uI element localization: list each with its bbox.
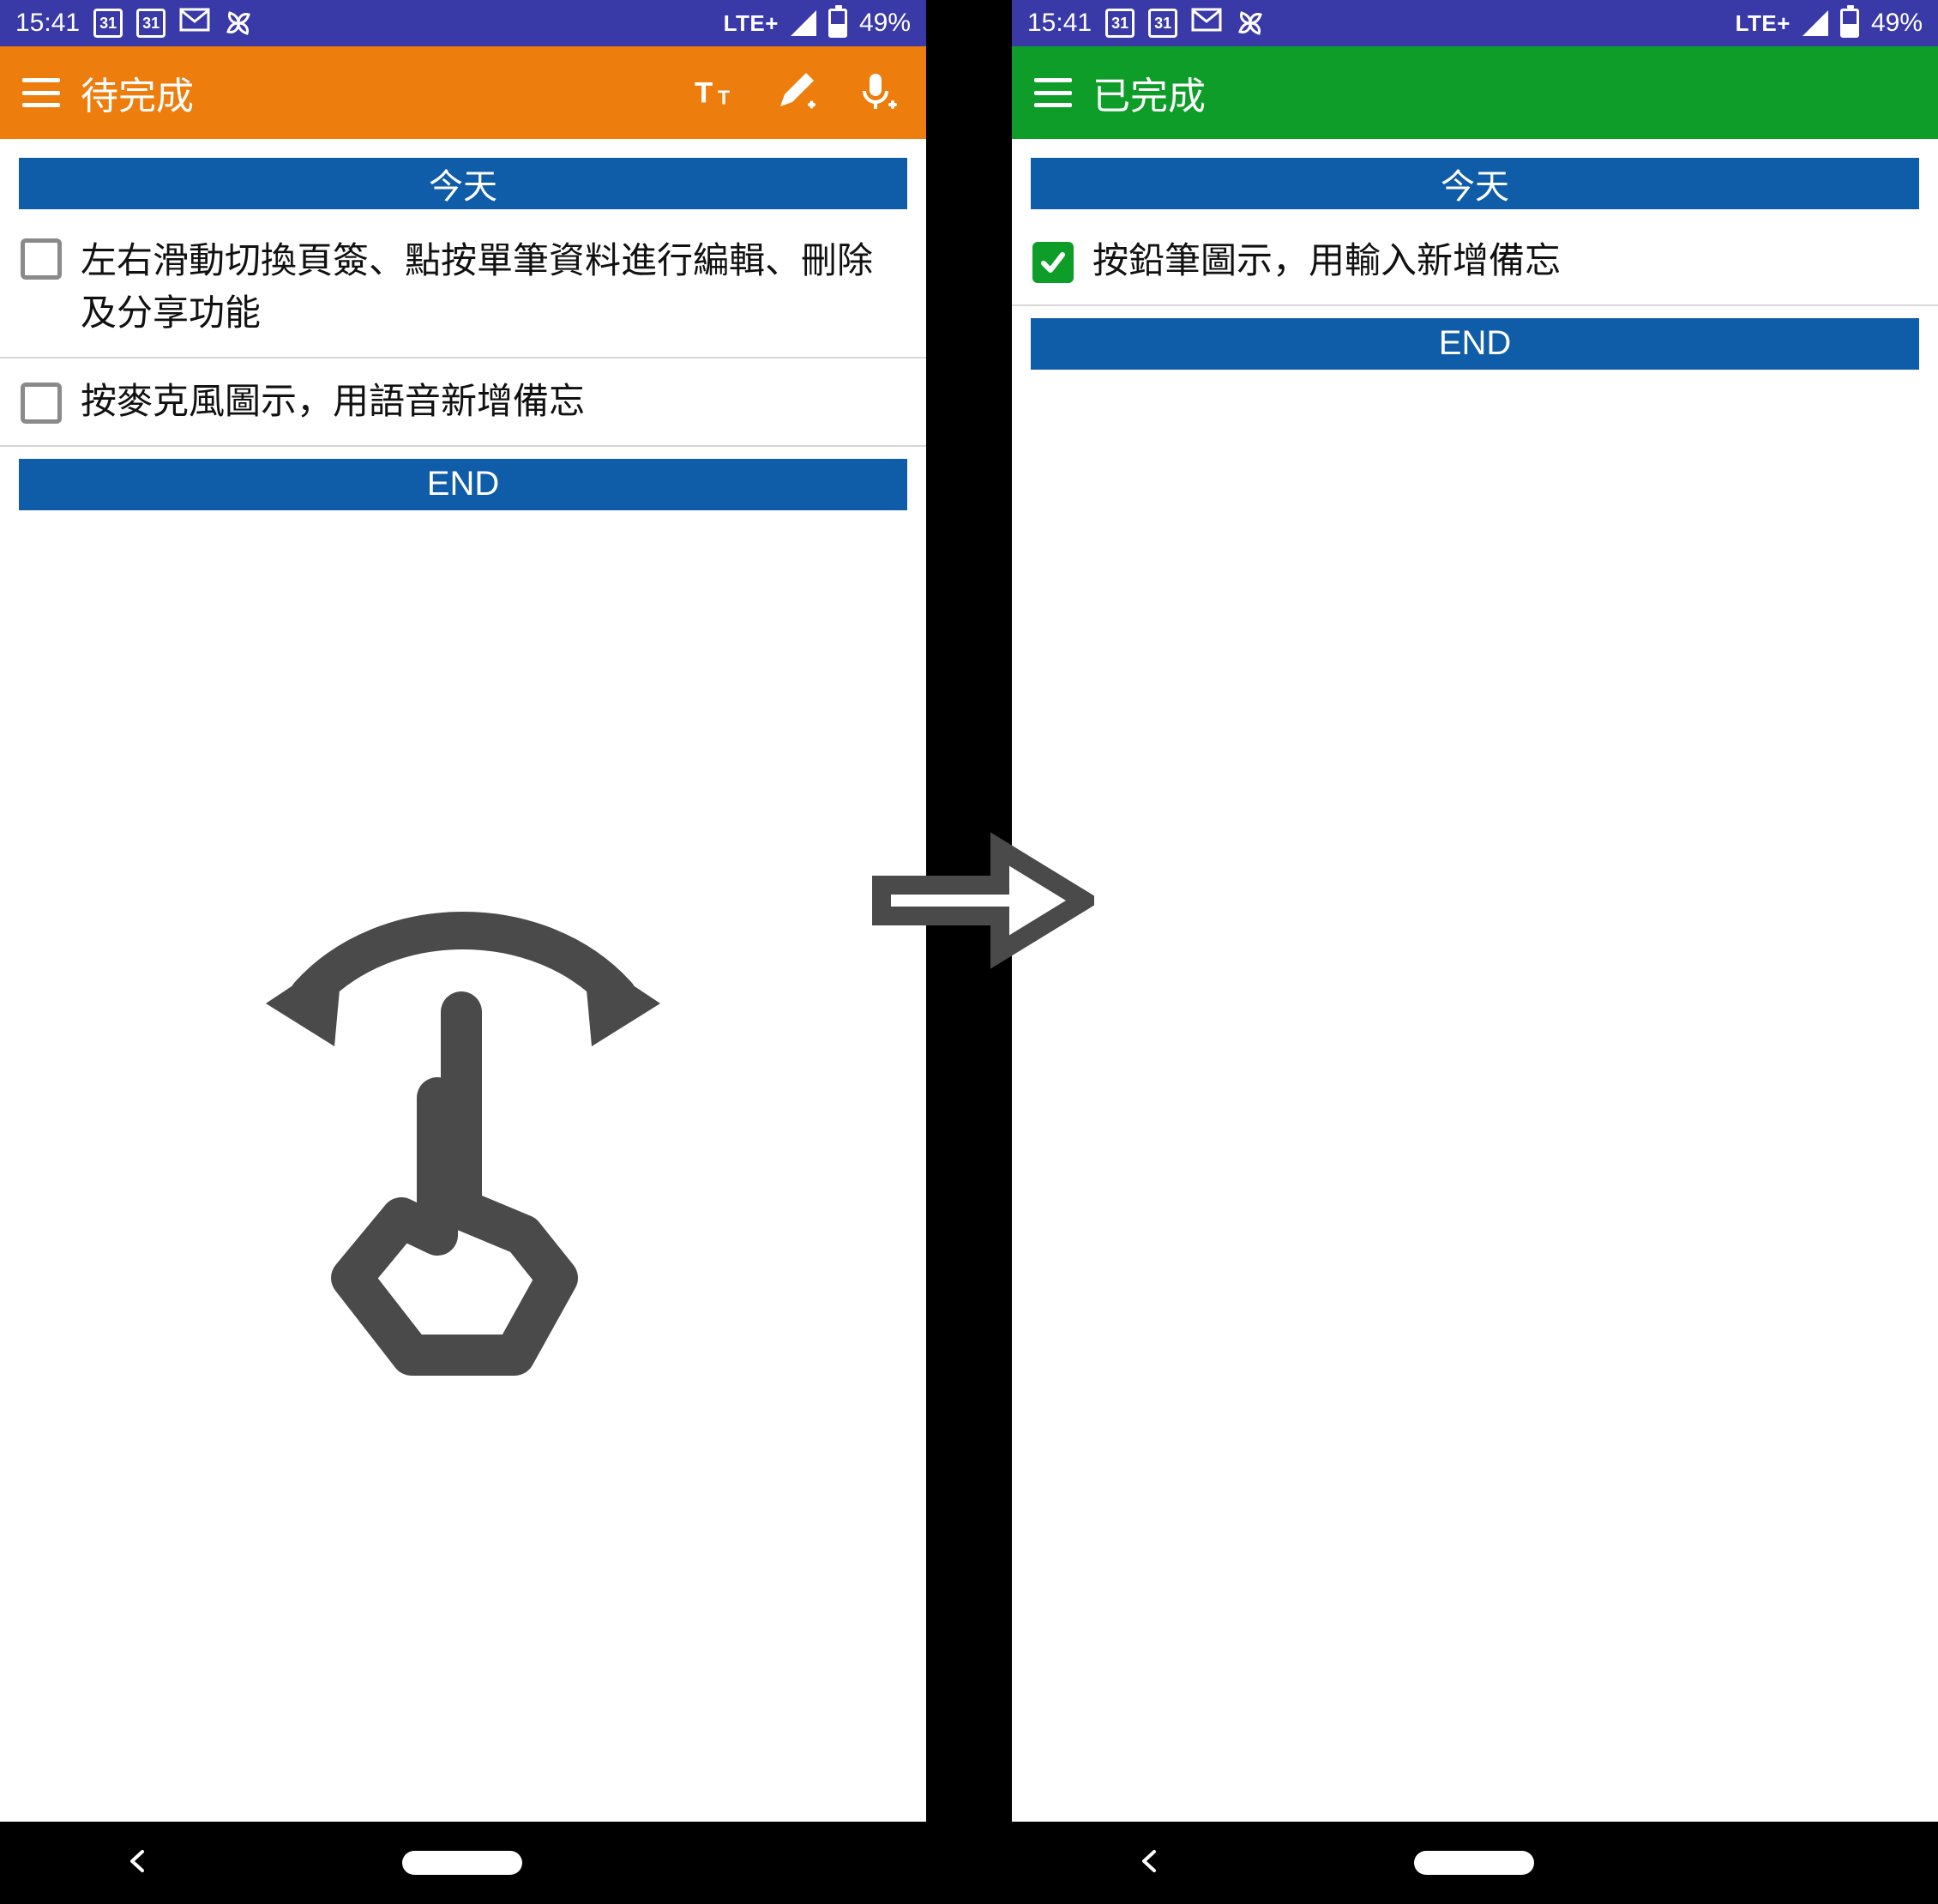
battery-percent: 49% bbox=[859, 9, 911, 38]
checkbox-unchecked[interactable] bbox=[21, 238, 62, 280]
list-item-text: 按麥克風圖示，用語音新增備忘 bbox=[81, 376, 585, 428]
phone-screen-completed: 15:41 31 31 LTE+ 49% 已完成 今天 bbox=[1012, 0, 1938, 1904]
nav-spacer bbox=[773, 1849, 801, 1877]
screenshot-pair: 15:41 31 31 LTE+ 49% 待完成 bbox=[0, 0, 1938, 1904]
status-bar: 15:41 31 31 LTE+ 49% bbox=[0, 0, 926, 46]
checkbox-checked[interactable] bbox=[1032, 242, 1074, 283]
calendar-icon: 31 bbox=[1105, 9, 1135, 38]
pinwheel-icon bbox=[224, 9, 253, 38]
list-item[interactable]: 按鉛筆圖示，用輸入新增備忘 bbox=[1012, 218, 1938, 306]
section-header-end: END bbox=[19, 459, 907, 510]
system-nav-bar bbox=[1012, 1822, 1938, 1904]
phone-screen-pending: 15:41 31 31 LTE+ 49% 待完成 bbox=[0, 0, 926, 1904]
network-label: LTE+ bbox=[724, 10, 779, 37]
back-button[interactable] bbox=[125, 1848, 151, 1878]
nav-spacer bbox=[1785, 1849, 1813, 1877]
section-header-today: 今天 bbox=[1031, 158, 1919, 209]
status-time: 15:41 bbox=[15, 9, 80, 38]
app-bar-pending: 待完成 TT bbox=[0, 46, 926, 139]
menu-icon[interactable] bbox=[1034, 78, 1072, 107]
back-button[interactable] bbox=[1137, 1848, 1163, 1878]
app-bar-completed: 已完成 bbox=[1012, 46, 1938, 139]
menu-icon[interactable] bbox=[22, 78, 60, 107]
gmail-icon bbox=[1191, 8, 1222, 39]
content-pending: 今天 左右滑動切換頁簽、點按單筆資料進行編輯、刪除及分享功能 按麥克風圖示，用語… bbox=[0, 158, 926, 510]
list-item-text: 按鉛筆圖示，用輸入新增備忘 bbox=[1092, 235, 1561, 287]
battery-icon bbox=[828, 9, 847, 38]
status-time: 15:41 bbox=[1027, 9, 1092, 38]
signal-icon bbox=[791, 10, 816, 36]
transition-arrow-icon bbox=[871, 823, 1094, 982]
system-nav-bar bbox=[0, 1822, 926, 1904]
page-title: 待完成 bbox=[81, 65, 695, 120]
svg-text:T: T bbox=[718, 86, 730, 108]
calendar-icon: 31 bbox=[1148, 9, 1177, 38]
network-label: LTE+ bbox=[1736, 10, 1791, 37]
signal-icon bbox=[1803, 10, 1828, 36]
content-completed: 今天 按鉛筆圖示，用輸入新增備忘 END bbox=[1012, 158, 1938, 370]
mic-add-icon[interactable] bbox=[856, 70, 900, 115]
list-item-text: 左右滑動切換頁簽、點按單筆資料進行編輯、刪除及分享功能 bbox=[81, 235, 907, 340]
list-item[interactable]: 按麥克風圖示，用語音新增備忘 bbox=[0, 359, 926, 447]
battery-percent: 49% bbox=[1871, 9, 1923, 38]
pencil-add-icon[interactable] bbox=[775, 70, 820, 115]
section-header-end: END bbox=[1031, 318, 1919, 370]
battery-icon bbox=[1840, 9, 1859, 38]
page-title: 已完成 bbox=[1092, 65, 1921, 120]
text-size-icon[interactable]: TT bbox=[695, 70, 739, 115]
status-bar: 15:41 31 31 LTE+ 49% bbox=[1012, 0, 1938, 46]
section-header-today: 今天 bbox=[19, 158, 907, 209]
home-gesture-pill[interactable] bbox=[402, 1851, 522, 1875]
pinwheel-icon bbox=[1236, 9, 1265, 38]
svg-text:T: T bbox=[695, 77, 713, 110]
home-gesture-pill[interactable] bbox=[1414, 1851, 1534, 1875]
gmail-icon bbox=[179, 8, 210, 39]
swipe-gesture-icon bbox=[240, 875, 686, 1411]
list-item[interactable]: 左右滑動切換頁簽、點按單筆資料進行編輯、刪除及分享功能 bbox=[0, 218, 926, 359]
calendar-icon: 31 bbox=[93, 9, 123, 38]
checkbox-unchecked[interactable] bbox=[21, 383, 62, 424]
calendar-icon: 31 bbox=[136, 9, 166, 38]
